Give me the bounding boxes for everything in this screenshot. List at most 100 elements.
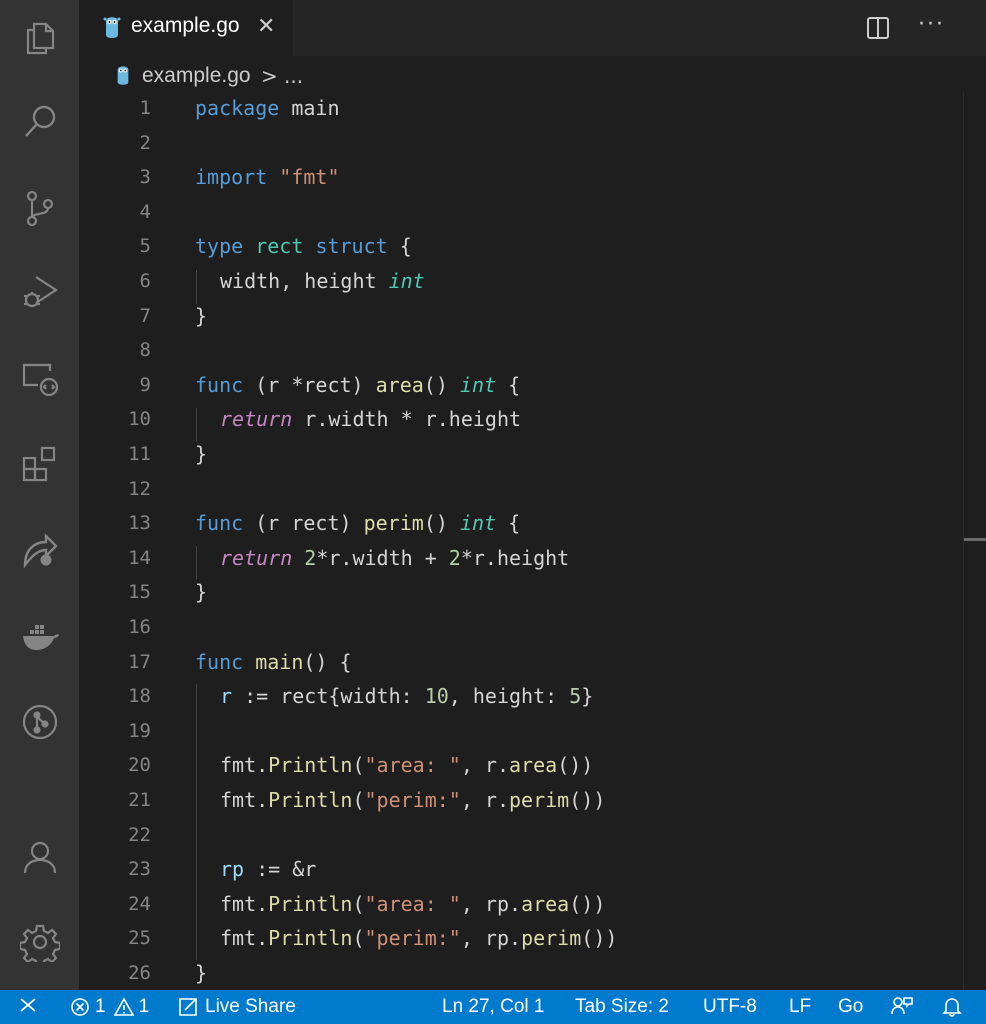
token: Println [268,788,353,812]
line-number: 18 [128,685,151,708]
code-line: 15 } [79,576,986,611]
error-count: 1 [95,996,106,1017]
token: () [423,511,460,536]
code-text: import "fmt" [195,165,340,189]
token: *r.height [460,545,570,570]
token: "area: " [364,753,461,778]
tab-size[interactable]: Tab Size: 2 [575,996,669,1018]
token: struct [315,234,388,259]
token: ()) [569,891,606,916]
code-line: 6 width, height int [79,265,986,300]
token: () [423,372,460,397]
feedback-icon[interactable] [890,995,914,1017]
code-text: } [195,442,207,466]
language-mode[interactable]: Go [838,996,863,1018]
breadcrumb: example.go > ... [79,56,986,94]
code-line: 10 return r.width * r.height [79,403,986,438]
code-editor[interactable]: 1 package main 2 3 import "fmt" 4 5 type… [79,92,986,990]
token: } [195,303,208,328]
code-text: fmt.Println("area: ", r.area()) [220,753,593,777]
code-line: 25 fmt.Println("perim:", rp.perim()) [79,922,986,957]
code-line: 11 } [79,438,986,473]
extensions-icon[interactable] [0,434,79,494]
explorer-icon[interactable] [0,8,79,68]
line-number: 26 [128,962,151,984]
token: 2 [304,545,317,570]
code-line: 17 func main() { [79,646,986,681]
line-number: 14 [128,546,151,569]
more-actions-icon[interactable]: ··· [918,12,945,37]
notifications-bell-icon[interactable] [941,995,963,1017]
activity-bar [0,0,79,990]
cursor-position[interactable]: Ln 27, Col 1 [442,996,544,1018]
docker-icon[interactable] [0,606,79,666]
breadcrumb-file[interactable]: example.go [142,64,251,88]
line-number: 10 [128,408,151,431]
token: ( [352,753,365,778]
remote-indicator[interactable] [18,995,38,1015]
token: , r. [460,788,510,812]
run-debug-icon[interactable] [0,262,79,322]
token: , rp. [460,891,522,916]
token: (r rect) [243,511,364,536]
token: int [459,511,497,536]
live-share-label: Live Share [205,996,296,1017]
live-share-icon[interactable] [0,520,79,580]
editor-area: example.go ✕ ··· example.go > ... 1 pack… [79,0,986,990]
tab-close-icon[interactable]: ✕ [257,15,275,39]
code-line: 26 } [79,957,986,992]
code-text: } [195,304,207,328]
token: ()) [581,926,618,951]
token: return [220,545,293,570]
code-line: 13 func (r rect) perim() int { [79,507,986,542]
gitlens-icon[interactable] [0,692,79,752]
error-icon [71,998,89,1016]
settings-gear-icon[interactable] [0,912,79,972]
tab-example-go[interactable]: example.go ✕ [79,0,293,56]
account-icon[interactable] [0,828,79,888]
token: fmt. [220,788,269,812]
token: , rp. [460,926,522,951]
token: , height: [448,684,570,709]
split-editor-icon[interactable] [866,16,890,40]
search-icon[interactable] [0,92,79,152]
token: } [195,442,208,466]
end-of-line[interactable]: LF [789,996,811,1018]
token: r.width * r.height [292,407,522,432]
code-text: r := rect{width: 10, height: 5} [220,684,593,708]
line-number: 1 [139,97,151,119]
live-share-status[interactable]: Live Share [177,996,296,1018]
token: perim [363,511,424,536]
token: main [279,96,340,120]
editor-actions: ··· [866,0,986,56]
remote-icon [20,998,36,1012]
token: ( [352,926,365,951]
code-text: } [195,580,207,604]
go-file-icon [117,66,129,85]
source-control-icon[interactable] [0,178,79,238]
remote-explorer-icon[interactable] [0,348,79,408]
code-text: package main [195,96,340,120]
token: () { [303,649,352,674]
line-number: 25 [128,927,151,950]
token: func [195,649,244,674]
encoding[interactable]: UTF-8 [703,996,757,1018]
token: area [509,753,558,778]
vertical-scrollbar[interactable] [963,92,986,990]
token: Println [268,926,353,951]
breadcrumb-symbols[interactable]: ... [284,64,303,88]
token: type [195,234,244,259]
token: area [375,372,424,397]
token: width, height [220,269,389,293]
line-number: 13 [128,512,151,535]
token: := rect{width: [232,684,425,709]
go-file-icon [103,17,121,38]
token: { [387,234,412,259]
problems-indicator[interactable]: 1 1 [70,996,149,1018]
line-number: 21 [128,789,151,811]
token: ( [352,891,365,916]
token: "area: " [364,891,461,916]
token: return [220,407,293,432]
